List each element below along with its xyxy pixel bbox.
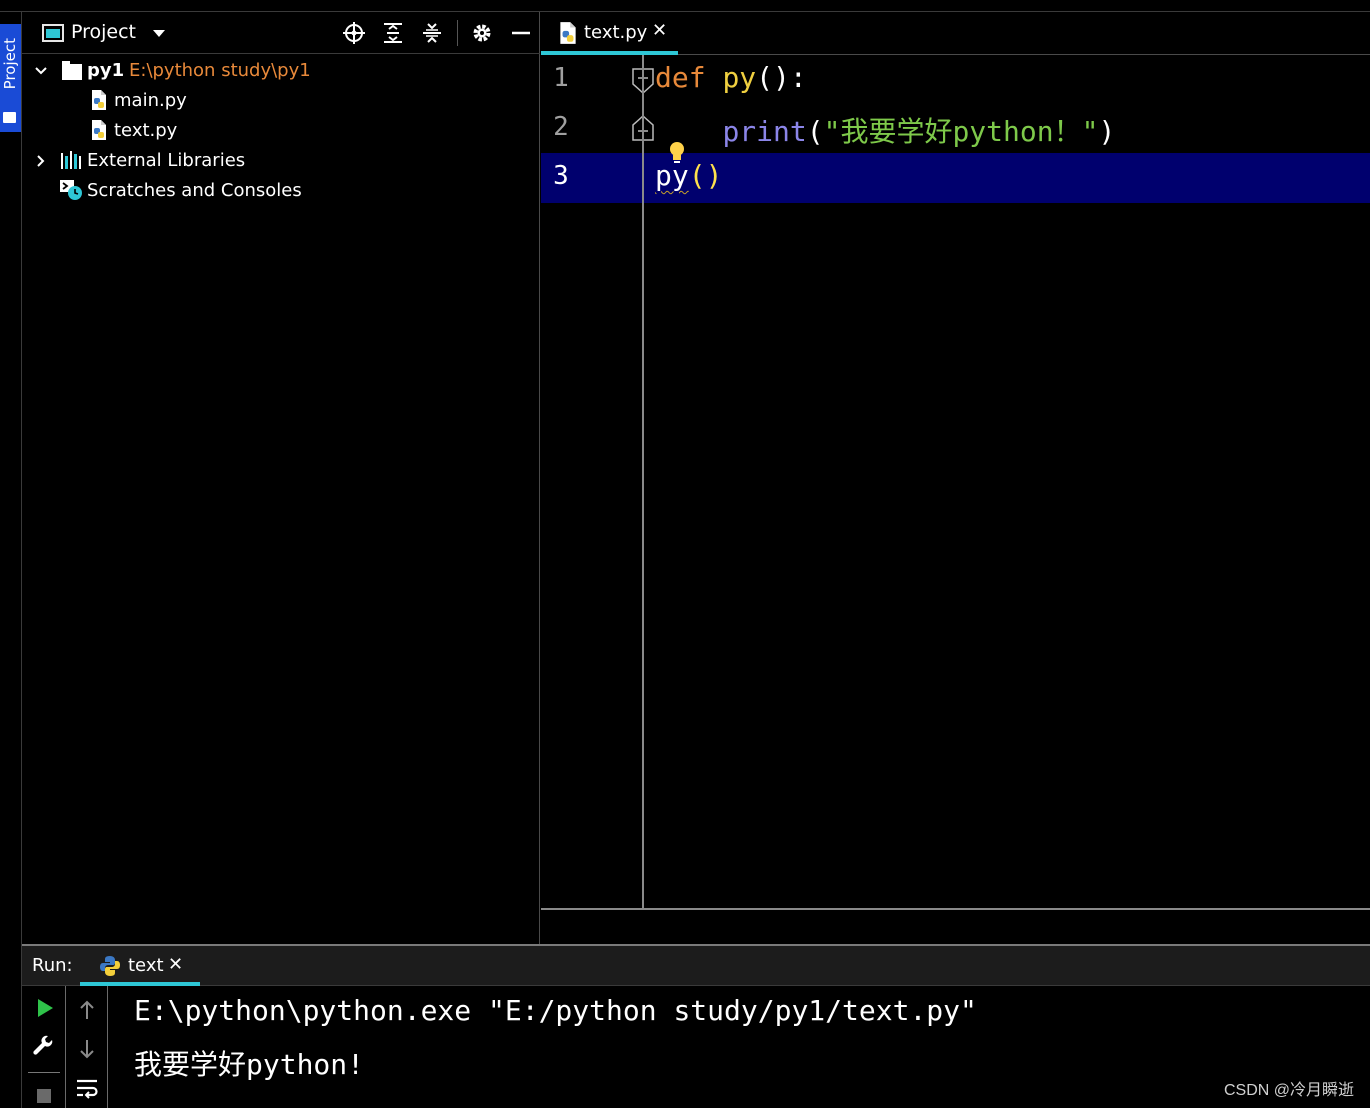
run-toolbar-primary — [22, 986, 66, 1108]
python-file-icon — [92, 90, 106, 110]
chevron-right-icon[interactable] — [34, 154, 48, 168]
chevron-down-icon[interactable] — [34, 64, 48, 78]
tree-item-label: External Libraries — [87, 150, 246, 171]
arrow-down-icon[interactable] — [75, 1037, 99, 1061]
python-file-icon — [560, 22, 576, 44]
toolbar-divider — [28, 1072, 60, 1073]
code-token-matched-parens: () — [688, 159, 723, 192]
file-name: text.py — [114, 120, 178, 141]
tree-item-external-libraries[interactable]: External Libraries — [22, 146, 540, 176]
project-root-name: py1 — [87, 60, 125, 81]
code-token-keyword: def — [655, 61, 706, 94]
hide-panel-icon[interactable] — [509, 21, 533, 45]
run-tab-text[interactable]: text ✕ — [80, 946, 200, 986]
toolbar-divider — [457, 20, 458, 46]
console-line-output: 我要学好python! — [134, 1048, 365, 1081]
line-number: 1 — [553, 63, 569, 93]
locate-file-icon[interactable] — [342, 21, 366, 45]
code-token-builtin: print — [722, 115, 807, 148]
project-tool-tab-label: Project — [1, 38, 19, 90]
project-panel-header: Project — [22, 12, 540, 54]
collapse-all-icon[interactable] — [420, 21, 444, 45]
tree-item-scratches[interactable]: Scratches and Consoles — [22, 176, 540, 206]
line-number: 3 — [553, 161, 569, 191]
folder-icon — [3, 112, 16, 123]
project-panel-title[interactable]: Project — [71, 21, 136, 43]
code-token-close-paren: ) — [1098, 115, 1116, 148]
arrow-up-icon[interactable] — [75, 998, 99, 1022]
stop-icon[interactable] — [32, 1084, 56, 1108]
gutter-separator — [642, 55, 644, 908]
code-line-3: py() — [655, 159, 722, 192]
run-panel: Run: text ✕ E:\python\python.exe "E:/pyt… — [22, 944, 1370, 1108]
code-token-punctuation: (): — [756, 61, 807, 94]
project-tool-tab[interactable]: Project — [0, 24, 21, 132]
run-tab-label: text — [128, 955, 164, 976]
code-token-call-name: py — [655, 159, 689, 192]
editor-tab-text-py[interactable]: text.py ✕ — [541, 12, 678, 55]
python-file-icon — [92, 120, 106, 140]
tree-item-py1[interactable]: py1 E:\python study\py1 — [22, 56, 540, 86]
code-token-string: "我要学好python！" — [823, 115, 1099, 148]
run-label: Run: — [32, 955, 73, 976]
code-token-function-name: py — [722, 61, 757, 94]
tree-item-main-py[interactable]: main.py — [22, 86, 540, 116]
console-line-command: E:\python\python.exe "E:/python study/py… — [134, 994, 977, 1027]
close-icon[interactable]: ✕ — [168, 954, 183, 975]
rerun-icon[interactable] — [32, 996, 56, 1020]
code-line-1: def py(): — [655, 61, 807, 94]
library-icon — [61, 151, 81, 169]
title-bar-strip — [0, 0, 1370, 12]
tree-item-text-py[interactable]: text.py — [22, 116, 540, 146]
code-line-2: print("我要学好python！") — [655, 110, 1115, 150]
soft-wrap-icon[interactable] — [75, 1076, 99, 1100]
left-tool-strip: Project — [0, 12, 22, 1108]
tree-item-label: Scratches and Consoles — [87, 180, 302, 201]
code-token-open-paren: ( — [806, 115, 824, 148]
file-name: main.py — [114, 90, 187, 111]
project-panel: Project py1 E:\python study\py1 main.py — [22, 12, 540, 944]
close-icon[interactable]: ✕ — [652, 20, 667, 41]
code-area[interactable]: 1 2 3 def py(): print("我要学好python！") py(… — [541, 55, 1370, 908]
project-view-icon — [42, 24, 64, 42]
editor-tab-bar: text.py ✕ — [541, 12, 1370, 55]
watermark: CSDN @冷月瞬逝 — [1223, 1082, 1354, 1099]
expand-all-icon[interactable] — [381, 21, 405, 45]
run-panel-header: Run: text ✕ — [22, 946, 1370, 986]
editor-bottom-bar — [541, 908, 1370, 944]
run-toolbar-secondary — [66, 986, 108, 1108]
editor-tab-label: text.py — [584, 22, 648, 43]
line-number: 2 — [553, 112, 569, 142]
project-root-path: E:\python study\py1 — [129, 60, 311, 81]
view-selector-dropdown-icon[interactable] — [153, 30, 165, 37]
gear-icon[interactable] — [470, 21, 494, 45]
folder-icon — [62, 61, 82, 80]
python-logo-icon — [100, 956, 120, 976]
scratches-icon — [60, 180, 82, 200]
wrench-icon[interactable] — [32, 1035, 56, 1059]
console-output[interactable]: E:\python\python.exe "E:/python study/py… — [134, 986, 977, 1108]
editor-pane: text.py ✕ 1 2 3 def py(): print("我要学好pyt… — [541, 12, 1370, 944]
